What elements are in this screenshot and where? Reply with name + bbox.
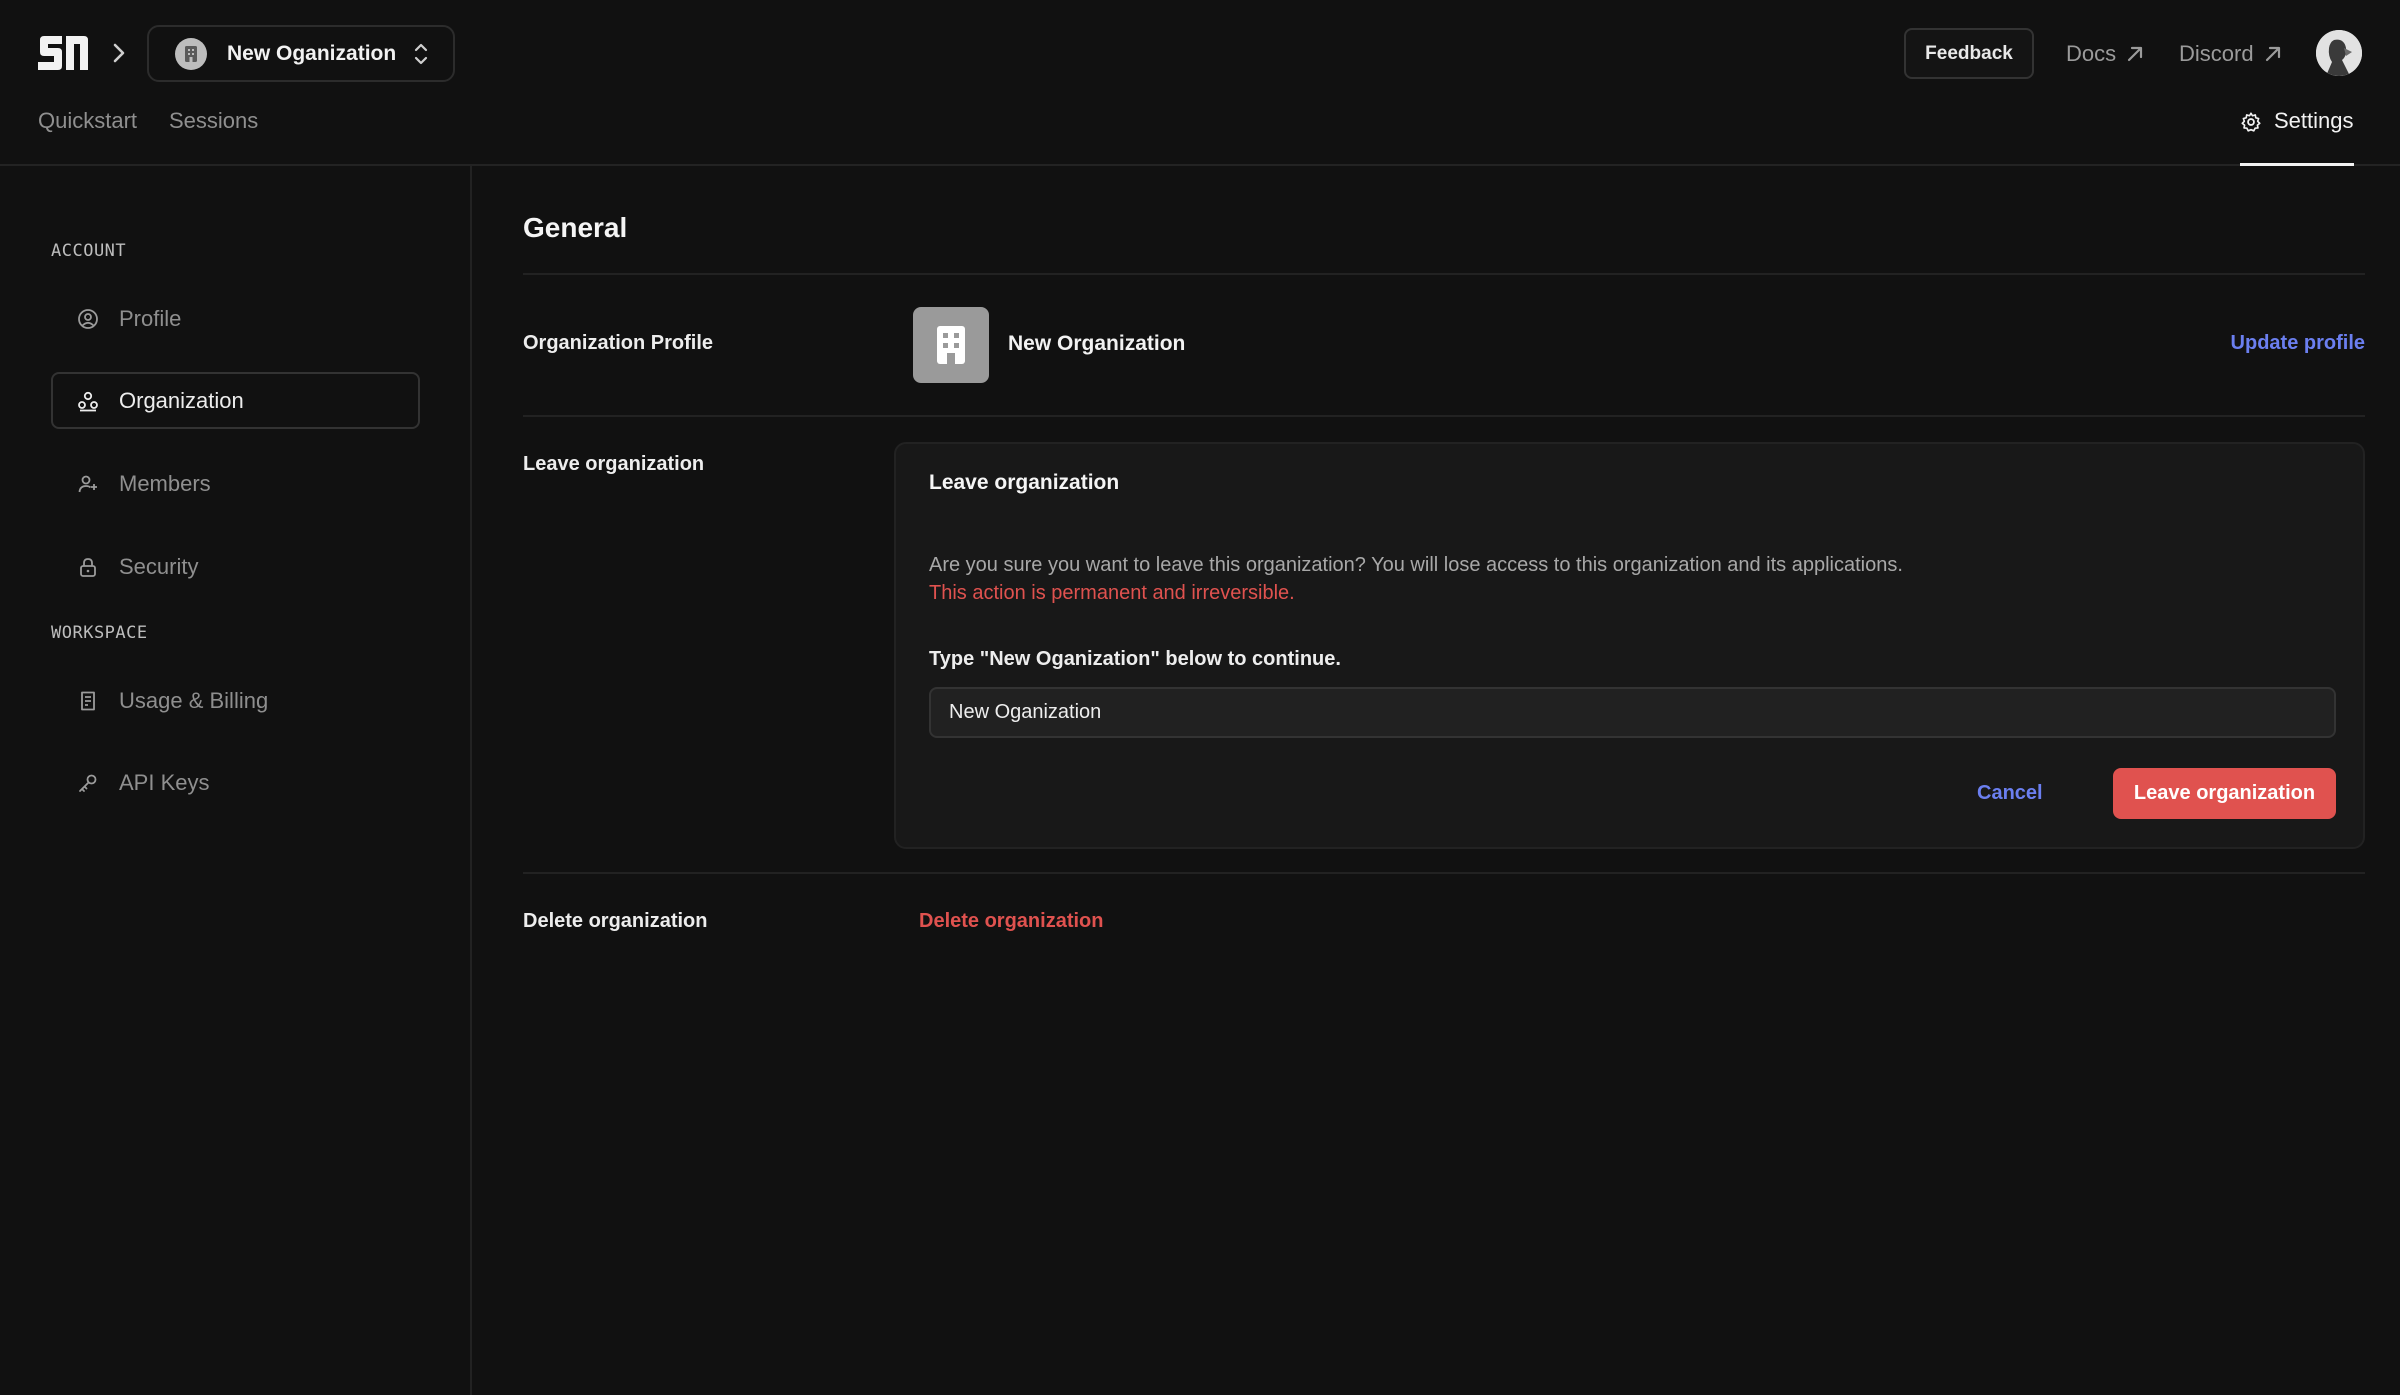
organization-logo [913,307,989,383]
key-icon [79,774,97,792]
sidebar-item-profile[interactable]: Profile [51,290,420,347]
divider [523,273,2365,275]
sidebar: ACCOUNT Profile Organization Members Sec… [0,166,472,1395]
receipt-icon [81,691,95,710]
org-switcher-name: New Oganization [227,41,397,65]
tab-settings[interactable]: Settings [2240,108,2354,166]
divider [523,415,2365,417]
sidebar-item-label: Security [119,553,199,579]
sidebar-item-label: Organization [119,387,244,413]
discord-link-label: Discord [2179,41,2254,66]
tab-sessions[interactable]: Sessions [169,108,258,134]
building-icon [937,326,965,364]
sidebar-item-label: Members [119,470,211,496]
main-content: General Organization Profile New Organiz… [472,166,2400,1395]
sidebar-item-members[interactable]: Members [51,455,420,512]
sidebar-item-label: Usage & Billing [119,687,269,713]
confirm-org-name-input[interactable] [929,687,2336,738]
building-icon [175,37,207,70]
tab-settings-label: Settings [2274,108,2354,133]
lock-icon [80,557,96,577]
divider [523,872,2365,874]
top-bar: New Oganization Feedback Docs Discord Qu… [0,0,2400,166]
gear-icon [2241,112,2261,132]
arrow-up-right-icon [2265,46,2280,62]
docs-link-label: Docs [2066,41,2117,66]
user-circle-icon [78,308,98,329]
leave-card-title: Leave organization [929,471,1120,494]
feedback-button[interactable]: Feedback [1904,28,2034,79]
leave-card-warning: This action is permanent and irreversibl… [929,582,1295,604]
cancel-button[interactable]: Cancel [1977,768,2043,819]
chevron-up-down-icon [415,43,428,64]
leave-org-card: Leave organization Are you sure you want… [894,442,2365,849]
sidebar-item-label: API Keys [119,769,210,795]
leave-card-description: Are you sure you want to leave this orga… [929,554,1903,576]
org-switcher[interactable]: New Oganization [147,25,455,82]
delete-organization-link[interactable]: Delete organization [919,910,1103,933]
page-title: General [523,212,628,243]
discord-link[interactable]: Discord [2179,36,2284,72]
sidebar-item-usage-billing[interactable]: Usage & Billing [51,672,420,729]
tab-quickstart[interactable]: Quickstart [38,108,137,134]
sidebar-item-label: Profile [119,305,182,331]
user-avatar[interactable] [2316,30,2362,76]
org-profile-label: Organization Profile [523,332,714,354]
leave-organization-button[interactable]: Leave organization [2113,768,2336,819]
sidebar-heading-account: ACCOUNT [51,241,127,261]
arrow-up-right-icon [2128,46,2143,62]
confirm-prompt: Type "New Oganization" below to continue… [929,648,1341,670]
user-plus-icon [78,475,97,492]
org-profile-name: New Organization [1008,332,1186,355]
organization-icon [78,391,98,411]
docs-link[interactable]: Docs [2066,36,2146,72]
chevron-right-icon [113,43,125,63]
sidebar-item-api-keys[interactable]: API Keys [51,754,420,811]
sidebar-heading-workspace: WORKSPACE [51,623,148,643]
update-profile-link[interactable]: Update profile [2231,332,2365,355]
logo-icon[interactable] [36,34,90,72]
sidebar-item-organization[interactable]: Organization [51,372,420,429]
delete-org-label: Delete organization [523,910,708,932]
sidebar-item-security[interactable]: Security [51,538,420,595]
leave-org-label: Leave organization [523,453,705,475]
